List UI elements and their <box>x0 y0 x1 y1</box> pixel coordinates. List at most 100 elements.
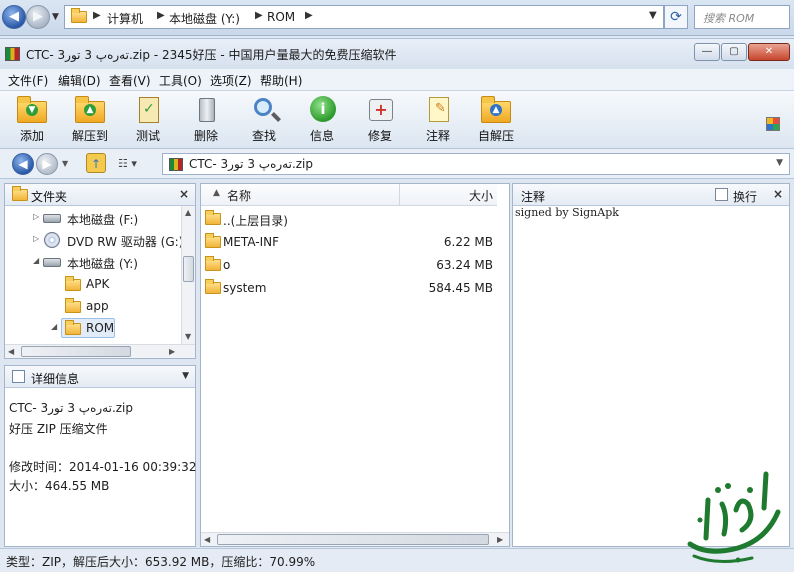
up-folder-icon[interactable]: ↑ <box>86 153 106 173</box>
tree-item-drive-f[interactable]: ▷ 本地磁盘 (F:) <box>5 208 181 228</box>
folders-vertical-scrollbar[interactable]: ▲ ▼ <box>181 206 195 346</box>
folders-panel: 文件夹 × ▷ 本地磁盘 (F:) ▷ DVD RW 驱动器 (G:) ◢ 本地… <box>4 183 196 359</box>
details-modified: 修改时间：2014-01-16 00:39:32 <box>9 460 197 474</box>
maximize-button[interactable]: ▢ <box>721 43 747 61</box>
repair-button[interactable]: + 修复 <box>354 95 406 147</box>
explorer-search-input[interactable]: 搜索 ROM <box>694 5 790 29</box>
close-icon[interactable]: × <box>773 187 783 201</box>
explorer-address-field[interactable]: ▶ 计算机 ▶ 本地磁盘 (Y:) ▶ ROM ▶ ▼ <box>64 5 664 29</box>
file-row-system[interactable]: system 584.45 MB <box>201 277 497 300</box>
folders-horizontal-scrollbar[interactable]: ◀ ▶ <box>5 344 195 358</box>
chevron-right-icon[interactable]: ▶ <box>305 10 313 21</box>
breadcrumb-drive-y[interactable]: 本地磁盘 (Y:) <box>169 10 240 27</box>
collapse-icon[interactable]: ◢ <box>51 322 57 331</box>
collapse-icon[interactable]: ◢ <box>33 256 39 265</box>
scroll-right-icon[interactable]: ▶ <box>497 535 503 544</box>
expand-icon[interactable]: ▷ <box>33 234 39 243</box>
back-icon[interactable]: ◀ <box>2 5 26 29</box>
status-bar: 类型：ZIP，解压后大小：653.92 MB，压缩比：70.99% <box>0 548 794 572</box>
file-row-parent[interactable]: ..(上层目录) <box>201 208 497 231</box>
scroll-down-icon[interactable]: ▼ <box>185 332 191 341</box>
extract-to-button[interactable]: ▲ 解压到 <box>64 95 116 147</box>
scroll-right-icon[interactable]: ▶ <box>169 347 175 356</box>
menu-view[interactable]: 查看(V) <box>109 72 151 89</box>
chevron-right-icon[interactable]: ▶ <box>157 10 165 21</box>
chevron-down-icon[interactable]: ▼ <box>182 371 189 381</box>
scroll-thumb[interactable] <box>21 346 131 357</box>
folder-icon <box>12 186 28 201</box>
comment-button[interactable]: 注释 <box>412 95 464 147</box>
zip-icon <box>169 158 183 171</box>
folder-icon <box>65 320 81 335</box>
repair-icon: + <box>365 95 395 123</box>
app-window: CTC- تەرەپ 3 تور3.zip - 2345好压 - 中国用户量最大… <box>0 38 794 572</box>
refresh-icon[interactable]: ⟳ <box>664 5 688 29</box>
breadcrumb-rom[interactable]: ROM <box>267 10 295 24</box>
wrap-checkbox[interactable] <box>715 188 728 201</box>
scroll-thumb[interactable] <box>183 256 194 282</box>
find-icon <box>249 95 279 123</box>
forward-icon[interactable]: ▶ <box>26 5 50 29</box>
watermark-logo <box>687 471 781 563</box>
dvd-icon <box>44 232 60 248</box>
tree-item-dvd-g[interactable]: ▷ DVD RW 驱动器 (G:) <box>5 230 183 250</box>
chevron-right-icon[interactable]: ▶ <box>93 10 101 21</box>
close-icon[interactable]: × <box>179 187 189 201</box>
history-dropdown-icon[interactable]: ▼ <box>62 159 68 168</box>
menu-options[interactable]: 选项(Z) <box>210 72 252 89</box>
add-icon: ▼ <box>17 95 47 123</box>
status-text: 类型：ZIP，解压后大小：653.92 MB，压缩比：70.99% <box>6 555 316 569</box>
tree-item-rom[interactable]: ◢ ROM <box>5 318 181 338</box>
minimize-button[interactable]: ― <box>694 43 720 61</box>
view-mode-icon[interactable]: ☷ ▾ <box>118 157 137 170</box>
wrap-label: 换行 <box>733 190 758 204</box>
tree-item-app[interactable]: app <box>5 296 181 316</box>
menu-tools[interactable]: 工具(O) <box>159 72 202 89</box>
expand-icon[interactable]: ▷ <box>33 212 39 221</box>
comment-text[interactable]: signed by SignApk <box>515 206 619 219</box>
info-icon: i <box>307 95 337 123</box>
sfx-button[interactable]: ▲ 自解压 <box>470 95 522 147</box>
skin-icon[interactable] <box>766 117 780 131</box>
sfx-icon: ▲ <box>481 95 511 123</box>
delete-button[interactable]: 删除 <box>180 95 232 147</box>
archive-path-text: CTC- تەرەپ 3 تور3.zip <box>189 157 314 171</box>
address-dropdown-icon[interactable]: ▼ <box>649 10 657 21</box>
column-header-name[interactable]: ▲ 名称 <box>201 184 400 206</box>
find-button[interactable]: 查找 <box>238 95 290 147</box>
menu-help[interactable]: 帮助(H) <box>260 72 302 89</box>
scroll-left-icon[interactable]: ◀ <box>204 535 210 544</box>
details-panel-title: 详细信息 <box>31 372 80 386</box>
menu-edit[interactable]: 编辑(D) <box>58 72 101 89</box>
folder-icon <box>205 233 221 248</box>
breadcrumb-computer[interactable]: 计算机 <box>107 10 143 27</box>
file-row-o[interactable]: o 63.24 MB <box>201 254 497 277</box>
chevron-right-icon[interactable]: ▶ <box>255 10 263 21</box>
menu-file[interactable]: 文件(F) <box>8 72 48 89</box>
toolbar: ▼ 添加 ▲ 解压到 测试 删除 查找 i 信息 + 修复 注释 <box>0 91 794 149</box>
comment-panel-title: 注释 <box>521 190 546 204</box>
scroll-left-icon[interactable]: ◀ <box>8 347 14 356</box>
scroll-thumb[interactable] <box>217 534 489 545</box>
tree-item-drive-y[interactable]: ◢ 本地磁盘 (Y:) <box>5 252 181 272</box>
history-dropdown-icon[interactable]: ▼ <box>52 12 59 22</box>
scroll-up-icon[interactable]: ▲ <box>185 208 191 217</box>
file-list-horizontal-scrollbar[interactable]: ◀ ▶ <box>201 532 509 546</box>
add-button[interactable]: ▼ 添加 <box>6 95 58 147</box>
column-header-size[interactable]: 大小 <box>400 184 497 206</box>
folder-icon <box>65 298 81 313</box>
details-filename: CTC- تەرەپ 3 تور3.zip <box>9 401 134 415</box>
path-dropdown-icon[interactable]: ▼ <box>776 158 783 168</box>
folder-icon <box>205 279 221 294</box>
forward-icon[interactable]: ▶ <box>36 153 58 175</box>
folder-icon <box>205 256 221 271</box>
info-button[interactable]: i 信息 <box>296 95 348 147</box>
file-row-meta-inf[interactable]: META-INF 6.22 MB <box>201 231 497 254</box>
tree-item-apk[interactable]: APK <box>5 274 181 294</box>
delete-icon <box>191 95 221 123</box>
test-button[interactable]: 测试 <box>122 95 174 147</box>
sort-asc-icon: ▲ <box>213 188 220 198</box>
close-button[interactable]: ✕ <box>748 43 790 61</box>
back-icon[interactable]: ◀ <box>12 153 34 175</box>
archive-path-field[interactable]: CTC- تەرەپ 3 تور3.zip ▼ <box>162 153 790 175</box>
